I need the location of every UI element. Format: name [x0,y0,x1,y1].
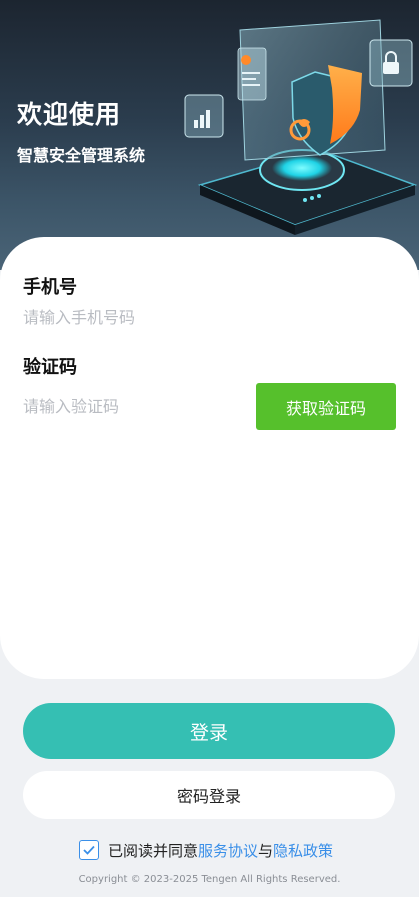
agreement-row: 已阅读并同意 服务协议 与 隐私政策 [79,838,333,862]
privacy-policy-link[interactable]: 隐私政策 [273,840,333,861]
hero-subtitle: 智慧安全管理系统 [17,146,146,165]
hero-banner: 欢迎使用 智慧安全管理系统 [0,0,419,270]
login-button[interactable]: 登录 [23,703,395,759]
agreement-and: 与 [258,841,274,860]
checkbox-checked-icon [83,845,95,855]
lock-icon [369,39,413,87]
login-form-card: 手机号 验证码 获取验证码 [0,237,419,679]
security-illustration [184,19,418,235]
service-agreement-link[interactable]: 服务协议 [198,840,258,861]
verification-code-input[interactable] [23,394,243,418]
code-label: 验证码 [23,357,77,378]
agreement-checkbox[interactable] [79,840,99,860]
bar-chart-icon [184,94,224,138]
phone-input[interactable] [23,305,383,329]
user-icon [237,47,267,101]
hero-title: 欢迎使用 [17,100,122,129]
copyright-text: Copyright © 2023-2025 Tengen All Rights … [78,874,341,885]
agreement-prefix: 已阅读并同意 [108,841,199,860]
phone-label: 手机号 [23,277,77,298]
password-login-button[interactable]: 密码登录 [23,771,395,819]
get-code-button[interactable]: 获取验证码 [256,383,396,430]
